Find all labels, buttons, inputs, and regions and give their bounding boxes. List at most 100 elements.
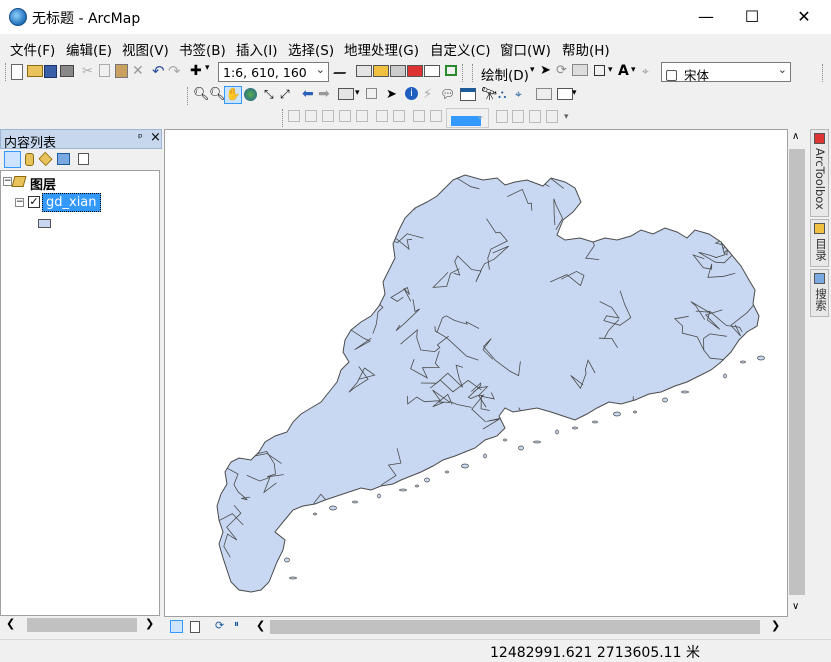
search-tab[interactable]: 搜索 bbox=[810, 269, 829, 317]
scroll-left-icon[interactable]: ❮ bbox=[6, 617, 15, 630]
menu-selection[interactable]: 选择(S) bbox=[288, 39, 334, 59]
go-to-xy-icon[interactable]: ⌖ bbox=[515, 87, 531, 103]
zoom-to-selected-elements-icon[interactable] bbox=[572, 64, 588, 76]
catalog-tab[interactable]: 目录 bbox=[810, 219, 829, 267]
rotate-icon[interactable]: ⟳ bbox=[556, 63, 572, 79]
scroll-left-icon[interactable]: ❮ bbox=[256, 619, 265, 632]
drawing-menu[interactable]: 绘制(D) bbox=[481, 64, 529, 84]
chevron-down-icon[interactable]: ▾ bbox=[572, 88, 577, 98]
chevron-down-icon[interactable]: ▾ bbox=[631, 65, 636, 75]
zoom-percent-combo[interactable]: 100% ⌄ bbox=[446, 108, 489, 128]
find-icon[interactable]: 🔭︎ bbox=[481, 87, 498, 103]
toc-options-icon[interactable] bbox=[78, 153, 89, 165]
toolbar-grip[interactable] bbox=[282, 109, 285, 127]
menu-insert[interactable]: 插入(I) bbox=[236, 39, 278, 59]
zoom-out-icon[interactable]: 🔍︎ bbox=[209, 87, 226, 103]
layout-pan-icon[interactable] bbox=[322, 110, 334, 122]
redo-icon[interactable]: ↷ bbox=[168, 62, 184, 80]
python-window-icon[interactable] bbox=[424, 65, 440, 77]
pan-icon[interactable]: ✋ bbox=[224, 86, 242, 104]
chevron-down-icon[interactable]: ⌄ bbox=[476, 109, 485, 122]
go-forward-extent-layout-icon[interactable] bbox=[430, 110, 442, 122]
toolbar-grip[interactable] bbox=[5, 63, 8, 81]
edit-vertices-icon[interactable]: ⌖ bbox=[642, 64, 658, 80]
toolbar-grip[interactable] bbox=[822, 64, 825, 82]
arctoolbox-window-icon[interactable] bbox=[407, 65, 423, 77]
close-button[interactable]: ✕ bbox=[781, 0, 827, 34]
menu-bookmarks[interactable]: 书签(B) bbox=[179, 39, 226, 59]
chevron-down-icon[interactable]: ⌄ bbox=[316, 63, 325, 76]
layout-zoom-in-icon[interactable] bbox=[288, 110, 300, 122]
editor-toolbar-icon[interactable] bbox=[333, 64, 351, 74]
map-scale-combo[interactable]: 1:6, 610, 160 ⌄ bbox=[218, 62, 329, 82]
select-elements-icon[interactable]: ➤ bbox=[386, 87, 402, 103]
collapse-icon[interactable]: − bbox=[15, 198, 24, 207]
scroll-thumb[interactable] bbox=[270, 620, 760, 634]
map-vertical-scrollbar[interactable]: ∧ ∨ bbox=[788, 129, 806, 617]
save-icon[interactable] bbox=[44, 65, 57, 78]
forward-extent-icon[interactable]: ➡ bbox=[318, 86, 334, 102]
layout-view-icon[interactable] bbox=[190, 621, 200, 633]
refresh-icon[interactable]: ⟳ bbox=[215, 619, 224, 632]
layout-zoom-out-icon[interactable] bbox=[305, 110, 317, 122]
close-icon[interactable]: × bbox=[150, 130, 161, 145]
data-view-icon[interactable] bbox=[170, 620, 183, 633]
menu-geoprocessing[interactable]: 地理处理(G) bbox=[344, 39, 419, 59]
full-extent-icon[interactable] bbox=[244, 88, 257, 101]
delete-icon[interactable]: ✕ bbox=[132, 63, 148, 79]
scroll-thumb[interactable] bbox=[789, 149, 805, 595]
paste-icon[interactable] bbox=[115, 64, 128, 78]
print-icon[interactable] bbox=[60, 65, 74, 77]
toolbar-grip[interactable] bbox=[462, 64, 465, 82]
undo-icon[interactable]: ↶ bbox=[152, 62, 168, 80]
clear-selection-icon[interactable] bbox=[366, 88, 377, 99]
maximize-button[interactable]: ☐ bbox=[729, 0, 775, 34]
table-of-contents-icon[interactable] bbox=[356, 65, 372, 77]
layer-name-label[interactable]: gd_xian bbox=[42, 193, 101, 212]
layers-group-label[interactable]: 图层 bbox=[30, 174, 56, 193]
go-back-extent-layout-icon[interactable] bbox=[413, 110, 425, 122]
menu-view[interactable]: 视图(V) bbox=[122, 39, 169, 59]
new-document-icon[interactable] bbox=[11, 64, 23, 80]
open-folder-icon[interactable] bbox=[27, 65, 43, 77]
menu-file[interactable]: 文件(F) bbox=[10, 39, 55, 59]
pause-drawing-icon[interactable]: ⏸ bbox=[234, 619, 239, 630]
chevron-down-icon[interactable]: ▾ bbox=[530, 65, 535, 75]
arctoolbox-tab[interactable]: ArcToolbox bbox=[810, 129, 829, 217]
cut-icon[interactable]: ✂ bbox=[82, 64, 98, 80]
map-horizontal-scrollbar[interactable]: ⟳ ⏸ ❮ ❯ bbox=[164, 617, 788, 637]
collapse-icon[interactable]: − bbox=[3, 177, 12, 186]
menu-help[interactable]: 帮助(H) bbox=[562, 39, 610, 59]
toolbar-grip[interactable] bbox=[187, 87, 190, 105]
time-slider-icon[interactable] bbox=[536, 88, 552, 100]
chevron-down-icon[interactable]: ▾ bbox=[355, 88, 360, 98]
menu-edit[interactable]: 编辑(E) bbox=[66, 39, 112, 59]
measure-icon[interactable] bbox=[460, 88, 476, 101]
layer-symbol-swatch[interactable] bbox=[38, 219, 51, 228]
scroll-right-icon[interactable]: ❯ bbox=[145, 617, 154, 630]
guangdong-county-map[interactable] bbox=[165, 130, 787, 616]
zoom-100-icon[interactable] bbox=[356, 110, 368, 122]
data-driven-pages-icon[interactable] bbox=[546, 110, 558, 123]
toolbar-grip[interactable] bbox=[472, 64, 475, 82]
fixed-zoom-out-layout-icon[interactable] bbox=[393, 110, 405, 122]
layer-visibility-checkbox[interactable]: ✓ bbox=[28, 196, 40, 208]
fixed-zoom-out-icon[interactable]: ⤢ bbox=[280, 87, 296, 103]
zoom-in-icon[interactable]: 🔍︎ bbox=[193, 87, 210, 103]
fixed-zoom-in-icon[interactable]: ⤡ bbox=[264, 87, 280, 103]
menu-customize[interactable]: 自定义(C) bbox=[430, 39, 490, 59]
model-builder-icon[interactable] bbox=[445, 65, 457, 76]
toggle-draft-mode-icon[interactable] bbox=[496, 110, 508, 123]
hyperlink-icon[interactable]: ⚡ bbox=[423, 87, 439, 103]
pin-icon[interactable]: ᵖ bbox=[138, 131, 143, 144]
search-window-icon[interactable] bbox=[390, 65, 406, 77]
font-family-combo[interactable]: 宋体 ⌄ bbox=[661, 62, 791, 83]
list-by-selection-icon[interactable] bbox=[57, 153, 70, 165]
map-display[interactable] bbox=[164, 129, 788, 617]
identify-icon[interactable]: i bbox=[405, 87, 418, 100]
menu-windows[interactable]: 窗口(W) bbox=[500, 39, 551, 59]
create-viewer-window-icon[interactable] bbox=[557, 88, 573, 100]
change-layout-icon[interactable] bbox=[529, 110, 541, 123]
chevron-down-icon[interactable]: ▾ bbox=[608, 65, 613, 75]
html-popup-icon[interactable]: 💬︎ bbox=[440, 87, 456, 103]
